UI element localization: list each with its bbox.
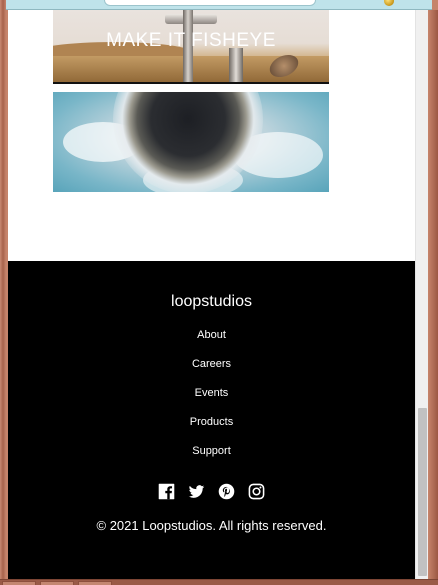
card-caption: MAKE IT FISHEYE — [106, 30, 276, 51]
social-links — [8, 483, 415, 503]
taskbar-button[interactable] — [78, 581, 112, 585]
browser-address-bar — [6, 0, 432, 10]
site-footer: loopstudios About Careers Events Product… — [8, 261, 415, 579]
taskbar-button[interactable] — [40, 581, 74, 585]
footer-nav: About Careers Events Products Support — [8, 328, 415, 473]
footer-link-products[interactable]: Products — [8, 415, 415, 444]
card-image-rover-joint — [229, 48, 243, 82]
instagram-icon[interactable] — [248, 483, 265, 500]
footer-link-about[interactable]: About — [8, 328, 415, 357]
url-field[interactable] — [104, 0, 316, 6]
taskbar — [0, 579, 438, 585]
page-viewport: MAKE IT FISHEYE loopstudios About Career… — [8, 10, 415, 579]
extension-icon[interactable] — [384, 0, 394, 6]
footer-link-support[interactable]: Support — [8, 444, 415, 473]
twitter-icon[interactable] — [188, 483, 205, 500]
footer-link-careers[interactable]: Careers — [8, 357, 415, 386]
card-divider — [53, 82, 329, 84]
pinterest-icon[interactable] — [218, 483, 235, 500]
facebook-icon[interactable] — [158, 483, 175, 500]
page-scrollbar[interactable] — [415, 10, 428, 579]
scrollbar-thumb[interactable] — [418, 408, 427, 576]
window-right-edge — [428, 10, 438, 579]
footer-logo[interactable]: loopstudios — [8, 293, 415, 311]
gallery-card-fisheye-rover[interactable]: MAKE IT FISHEYE — [53, 10, 329, 84]
footer-link-events[interactable]: Events — [8, 386, 415, 415]
copyright-text: © 2021 Loopstudios. All rights reserved. — [96, 518, 327, 533]
taskbar-button[interactable] — [2, 581, 36, 585]
gallery-card-fisheye-sky[interactable] — [53, 92, 329, 192]
